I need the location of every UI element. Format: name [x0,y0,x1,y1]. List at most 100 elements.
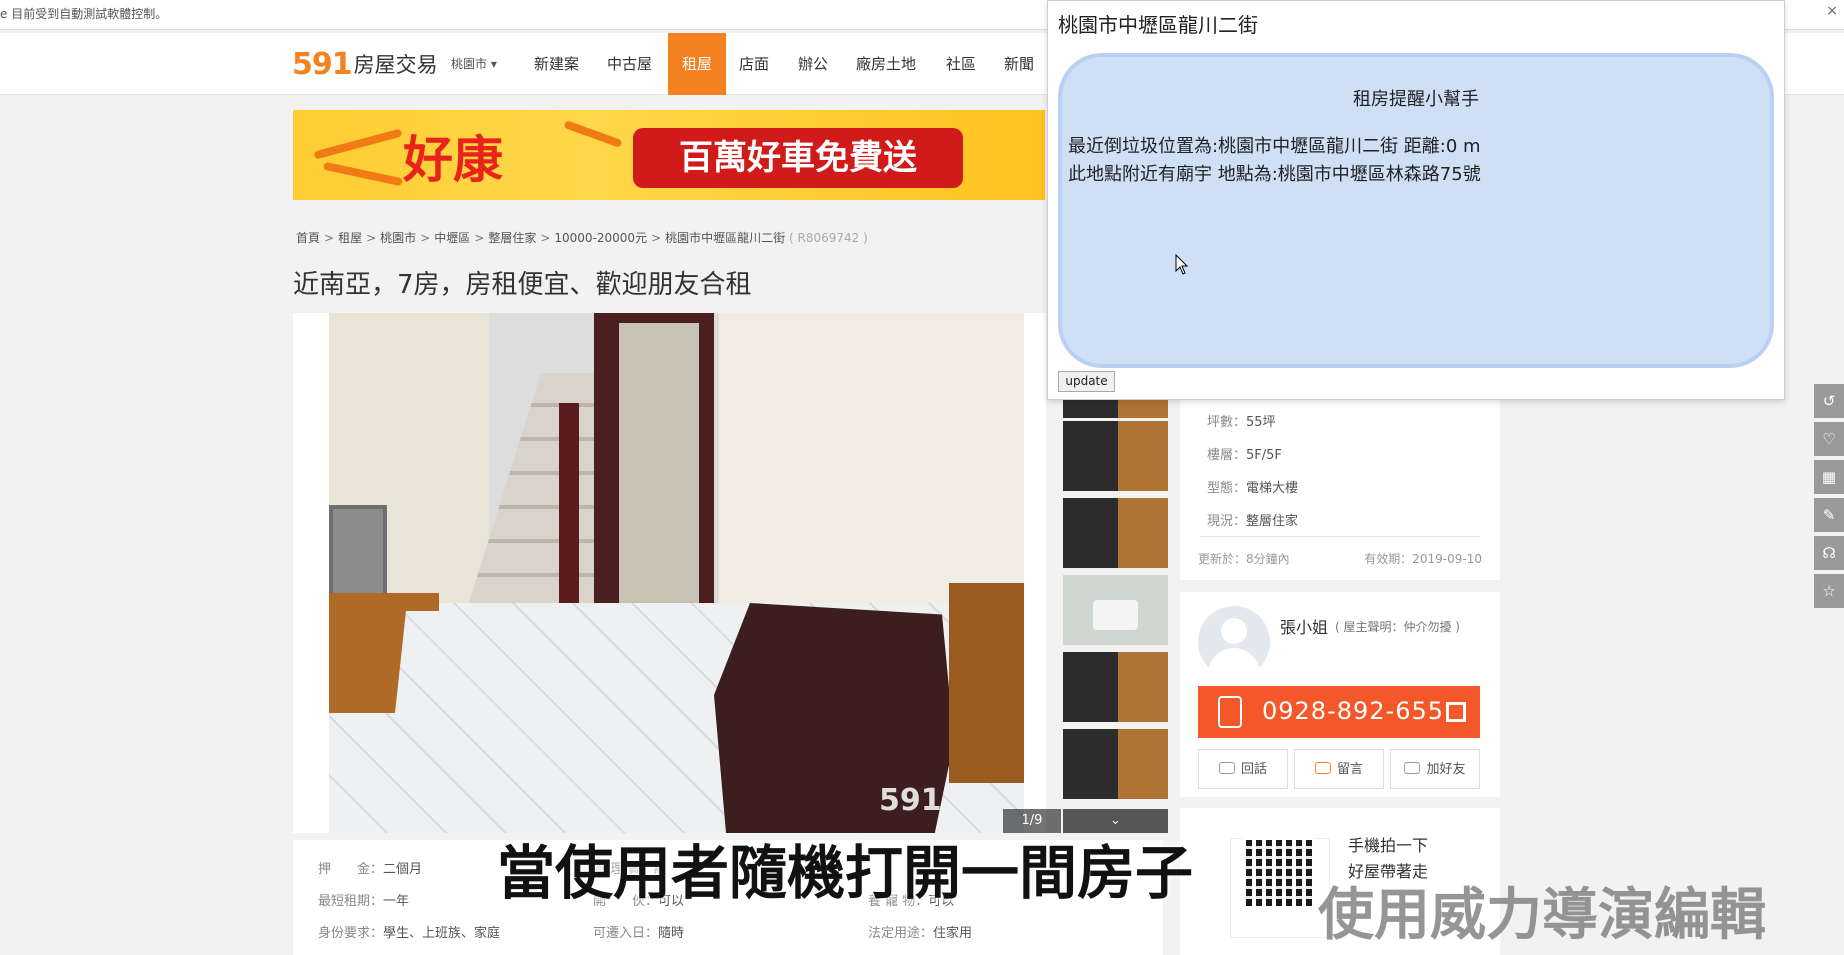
breadcrumb-separator: > [540,231,551,245]
info-value: 二個月 [383,862,423,877]
nav-office[interactable]: 辦公 [794,33,832,95]
mouse-cursor-icon [1175,254,1189,275]
rental-helper-popup: 桃園市中壢區龍川二街 租房提醒小幫手 最近倒垃圾位置為:桃園市中壢區龍川二街 距… [1047,0,1785,400]
headset-icon[interactable]: ☊ [1814,536,1844,570]
banner-left-text: 好康 [403,131,503,189]
info-label: 最短租期： [318,894,384,909]
reply-icon [1218,762,1235,774]
logo-number: 591 [292,46,353,82]
thumbnail-strip [1063,400,1168,820]
banner-ray [563,119,623,149]
breadcrumb-district[interactable]: 中壢區 [434,231,470,245]
avatar-head [1221,618,1247,644]
nav-news[interactable]: 新聞 [1000,33,1038,95]
site-logo[interactable]: 591 房屋交易 [292,46,438,82]
photo-doorway [619,323,699,603]
call-phone-button[interactable]: 0928-892-655 [1198,686,1480,738]
breadcrumb-rental[interactable]: 租屋 [338,231,362,245]
qr-code-icon[interactable] [1446,702,1466,722]
temple-location-text: 此地點附近有廟宇 地點為:桃園市中壢區林森路75號 [1068,164,1481,185]
banner-right-text: 百萬好車免費送 [633,128,963,188]
nav-new-projects[interactable]: 新建案 [530,33,583,95]
favorite-icon[interactable]: ♡ [1814,422,1844,456]
breadcrumb-city[interactable]: 桃園市 [380,231,416,245]
spec-label: 型態： [1207,481,1247,496]
page-title: 近南亞，7房，房租便宜、歡迎朋友合租 [293,270,752,300]
spec-value: 5F/5F [1246,448,1282,463]
breadcrumb-separator: > [651,231,662,245]
photo-wall-right [719,313,1024,613]
photo-watermark: 591 [879,783,942,818]
add-friend-button[interactable]: 加好友 [1390,749,1480,789]
avatar [1198,606,1270,678]
info-value: 住家用 [933,926,973,941]
phone-icon [1218,696,1242,728]
spec-building-type: 型態：電梯大樓 [1207,477,1298,496]
divider [1200,536,1480,537]
nav-storefront[interactable]: 店面 [735,33,773,95]
nav-factory-land[interactable]: 廠房土地 [852,33,920,95]
qr-caption-1: 手機拍一下 [1348,836,1429,855]
info-label: 身份要求： [318,926,384,941]
nav-community[interactable]: 社區 [942,33,980,95]
qr-code-icon[interactable]: ▦ [1814,460,1844,494]
subtitle-qr-code [1242,836,1316,910]
breadcrumb-separator: > [474,231,485,245]
logo-text: 房屋交易 [353,53,438,77]
popup-title: 桃園市中壢區龍川二街 [1058,13,1258,37]
thumbnail-right [1093,600,1138,630]
thumbnail-right [1118,652,1168,722]
thumbnail[interactable] [1063,400,1168,418]
thumbnail[interactable] [1063,652,1168,722]
breadcrumb-price[interactable]: 10000-20000元 [554,231,647,245]
agent-note: ( 屋主聲明：仲介勿擾 ) [1335,620,1460,634]
spec-label: 樓層： [1207,448,1247,463]
nav-rental[interactable]: 租屋 [668,33,726,95]
breadcrumb-home[interactable]: 首頁 [296,231,320,245]
message-button[interactable]: 留言 [1294,749,1384,789]
add-friend-label: 加好友 [1426,762,1466,777]
info-deposit: 押 金：二個月 [318,858,422,877]
floating-toolbar: ↺ ♡ ▦ ✎ ☊ ☆ [1814,384,1844,612]
thumbnail-left [1063,652,1118,722]
thumbnail-left [1063,498,1118,568]
reply-label: 回話 [1240,762,1267,777]
photo-tv [329,505,387,605]
thumbnail[interactable] [1063,729,1168,799]
thumbnail[interactable] [1063,421,1168,491]
video-watermark: 使用威力導演編輯 [1318,883,1766,948]
line-icon [1404,762,1421,774]
close-icon[interactable]: × [1826,3,1838,19]
agent-name: 張小姐 [1280,618,1329,637]
history-icon[interactable]: ↺ [1814,384,1844,418]
info-label: 可遷入日： [593,926,659,941]
spec-area: 坪數：55坪 [1207,411,1276,430]
updated-time: 更新於：8分鐘內 [1198,552,1290,566]
nav-second-hand[interactable]: 中古屋 [603,33,656,95]
edit-icon[interactable]: ✎ [1814,498,1844,532]
automation-notice-text: e 目前受到自動測試軟體控制。 [0,7,168,21]
star-icon[interactable]: ☆ [1814,574,1844,608]
phone-number: 0928-892-655 [1262,697,1445,725]
city-selector[interactable]: 桃園市 ▾ [451,55,497,72]
breadcrumb-type[interactable]: 整層住家 [488,231,536,245]
info-move-in: 可遷入日：隨時 [593,922,684,941]
message-icon [1314,762,1331,774]
spec-floor: 樓層：5F/5F [1207,444,1282,463]
info-label: 法定用途： [868,926,934,941]
breadcrumb-street: 桃園市中壢區龍川二街 [665,231,786,245]
video-subtitle: 當使用者隨機打開一間房子 [497,839,1194,907]
thumbnail[interactable] [1063,575,1168,645]
main-photo[interactable]: 591 [329,313,1024,833]
agent-card: 張小姐 ( 屋主聲明：仲介勿擾 ) 0928-892-655 回話 留言 加好友 [1180,592,1500,797]
thumbnail-right [1118,498,1168,568]
breadcrumb-separator: > [420,231,431,245]
reply-button[interactable]: 回話 [1198,749,1288,789]
avatar-body [1208,648,1260,678]
promo-banner[interactable]: 好康 百萬好車免費送 [293,110,1045,200]
garbage-location-text: 最近倒垃圾位置為:桃園市中壢區龍川二街 距離:0 m [1068,136,1481,157]
spec-value: 55坪 [1246,415,1276,430]
info-value: 一年 [383,894,410,909]
update-button[interactable]: update [1058,371,1115,392]
thumbnail[interactable] [1063,498,1168,568]
